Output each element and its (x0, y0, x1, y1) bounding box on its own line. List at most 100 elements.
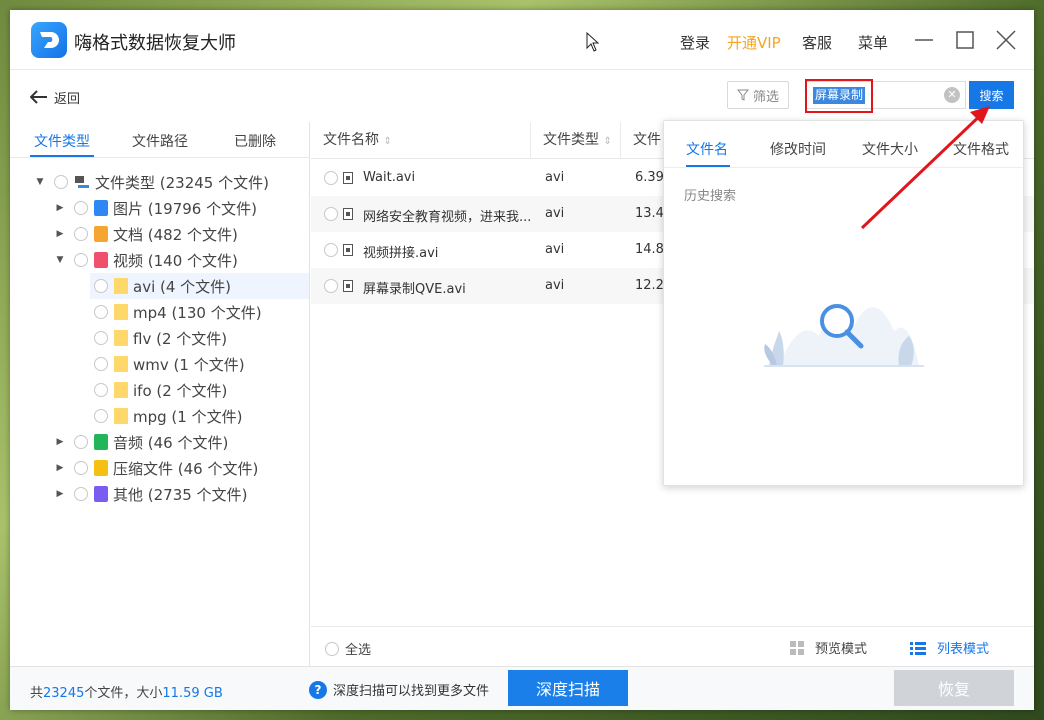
radio[interactable] (74, 461, 88, 475)
caret-right-icon[interactable]: ▶ (54, 203, 66, 213)
sort-icon[interactable]: ⇕ (383, 136, 391, 147)
tree-item-mpg[interactable]: mpg (1 个文件) (94, 403, 242, 429)
search-history-label: 历史搜索 (684, 189, 737, 204)
tree-item-label: 压缩文件 (46 个文件) (113, 459, 259, 478)
file-type: avi (545, 170, 565, 185)
folder-icon (114, 278, 128, 294)
tree-root-label: 文件类型 (23245 个文件) (95, 173, 269, 192)
tree-item-videos[interactable]: ▼ 视频 (140 个文件) (54, 247, 238, 273)
tree-item-label: wmv (1 个文件) (133, 355, 245, 374)
arrow-left-icon (30, 90, 47, 104)
tree-item-mp4[interactable]: mp4 (130 个文件) (94, 299, 262, 325)
tree-item-label: mpg (1 个文件) (133, 407, 243, 426)
video-file-icon (343, 244, 353, 256)
back-button[interactable]: 返回 (30, 86, 80, 108)
radio[interactable] (74, 227, 88, 241)
tab-modified-time[interactable]: 修改时间 (770, 139, 826, 159)
service-link[interactable]: 客服 (802, 32, 832, 53)
tab-file-format[interactable]: 文件格式 (953, 139, 1009, 159)
column-label: 文件类型 (543, 132, 599, 148)
other-file-icon (94, 486, 108, 502)
tree-item-images[interactable]: ▶ 图片 (19796 个文件) (54, 195, 257, 221)
select-all[interactable]: 全选 (325, 639, 371, 658)
back-label: 返回 (54, 91, 81, 107)
radio[interactable] (94, 279, 108, 293)
tab-file-type[interactable]: 文件类型 (34, 131, 90, 151)
tree-item-ifo[interactable]: ifo (2 个文件) (94, 377, 227, 403)
radio[interactable] (74, 201, 88, 215)
caret-down-icon[interactable]: ▼ (34, 177, 46, 187)
empty-search-illustration-icon (764, 304, 924, 367)
question-icon: ? (309, 680, 327, 699)
recover-button[interactable]: 恢复 (894, 670, 1014, 706)
app-logo-icon (31, 22, 67, 58)
caret-down-icon[interactable]: ▼ (54, 255, 66, 265)
tree-item-label: 视频 (140 个文件) (113, 251, 238, 270)
radio[interactable] (94, 383, 108, 397)
clear-search-icon[interactable]: ✕ (944, 87, 960, 103)
radio[interactable] (74, 253, 88, 267)
radio[interactable] (74, 487, 88, 501)
video-file-icon (343, 280, 353, 292)
caret-right-icon[interactable]: ▶ (54, 463, 66, 473)
search-input[interactable] (807, 82, 947, 108)
list-icon (910, 641, 926, 655)
caret-right-icon[interactable]: ▶ (54, 489, 66, 499)
file-name: 屏幕录制QVE.avi (363, 282, 466, 297)
file-type: avi (545, 278, 565, 293)
list-mode-button[interactable]: 列表模式 (909, 638, 989, 657)
file-size: 6.39 (635, 170, 664, 185)
login-link[interactable]: 登录 (680, 32, 710, 53)
sort-icon[interactable]: ⇕ (603, 136, 611, 147)
title-bar: 嗨格式数据恢复大师 登录 开通VIP 客服 菜单 (10, 10, 1034, 70)
tree-item-flv[interactable]: flv (2 个文件) (94, 325, 227, 351)
deep-scan-button[interactable]: 深度扫描 (508, 670, 628, 706)
tree-item-documents[interactable]: ▶ 文档 (482 个文件) (54, 221, 238, 247)
caret-right-icon[interactable]: ▶ (54, 229, 66, 239)
tab-file-path[interactable]: 文件路径 (132, 131, 188, 151)
vip-link[interactable]: 开通VIP (727, 32, 781, 53)
radio[interactable] (94, 305, 108, 319)
row-radio[interactable] (324, 171, 338, 185)
preview-mode-label: 预览模式 (815, 642, 868, 657)
select-all-radio[interactable] (325, 641, 339, 656)
radio[interactable] (54, 175, 68, 189)
filter-button[interactable]: 筛选 (727, 81, 789, 109)
tree-item-audio[interactable]: ▶ 音频 (46 个文件) (54, 429, 229, 455)
radio[interactable] (94, 331, 108, 345)
tree-item-label: 图片 (19796 个文件) (113, 199, 257, 218)
select-all-label: 全选 (345, 643, 372, 658)
tree-item-wmv[interactable]: wmv (1 个文件) (94, 351, 245, 377)
tab-file-size[interactable]: 文件大小 (862, 139, 918, 159)
row-radio[interactable] (324, 279, 338, 293)
tab-deleted[interactable]: 已删除 (234, 131, 276, 151)
radio[interactable] (74, 435, 88, 449)
close-icon[interactable] (992, 26, 1020, 54)
tree-item-other[interactable]: ▶ 其他 (2735 个文件) (54, 481, 248, 507)
file-size: 14.8 (635, 242, 664, 257)
caret-right-icon[interactable]: ▶ (54, 437, 66, 447)
grid-icon (790, 640, 804, 655)
minimize-icon[interactable] (910, 26, 938, 54)
video-file-icon (343, 172, 353, 184)
file-list-footer: 全选 预览模式 列表模式 (311, 626, 1034, 666)
file-size: 12.2 (635, 278, 664, 293)
status-bar: 共23245个文件，大小11.59 GB ? 深度扫描可以找到更多文件 深度扫描… (10, 666, 1034, 710)
funnel-icon (736, 89, 749, 101)
search-button[interactable]: 搜索 (969, 81, 1014, 109)
maximize-icon[interactable] (951, 26, 979, 54)
radio[interactable] (94, 357, 108, 371)
tab-file-name[interactable]: 文件名 (686, 139, 728, 159)
tree-item-avi[interactable]: avi (4 个文件) (90, 273, 309, 299)
tree-root[interactable]: ▼ 文件类型 (23245 个文件) (34, 169, 269, 195)
mouse-cursor-icon (586, 32, 600, 52)
preview-mode-button[interactable]: 预览模式 (789, 638, 867, 657)
column-header-name[interactable]: 文件名称 ⇕ (311, 122, 531, 159)
menu-link[interactable]: 菜单 (858, 32, 888, 53)
tree-item-archives[interactable]: ▶ 压缩文件 (46 个文件) (54, 455, 259, 481)
tree-item-label: flv (2 个文件) (133, 329, 228, 348)
column-header-type[interactable]: 文件类型 ⇕ (531, 122, 621, 159)
row-radio[interactable] (324, 207, 338, 221)
row-radio[interactable] (324, 243, 338, 257)
radio[interactable] (94, 409, 108, 423)
